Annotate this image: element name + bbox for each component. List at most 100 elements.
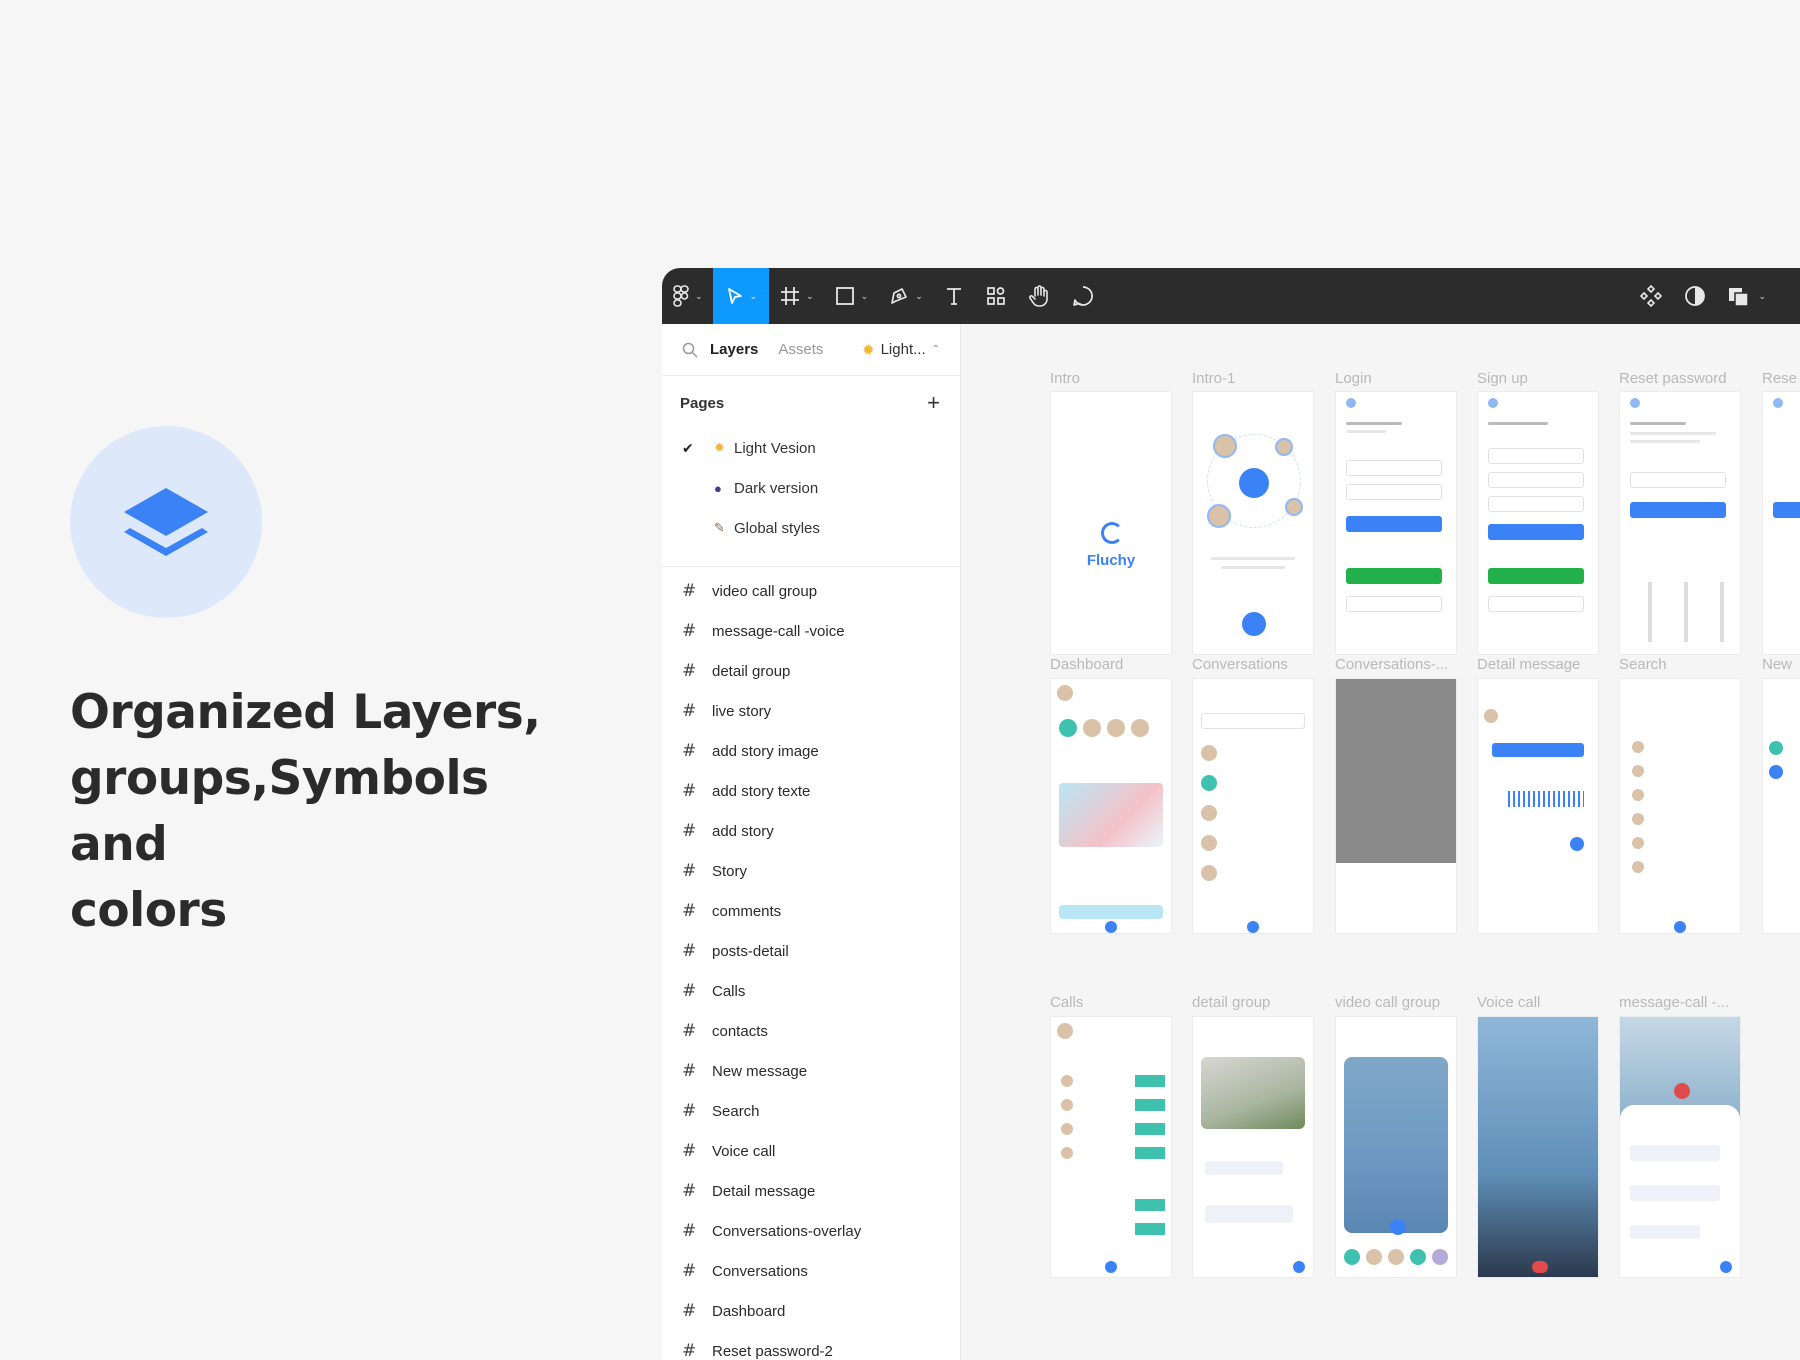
move-tool-button[interactable]: ⌄ <box>712 268 770 324</box>
layer-item[interactable]: # add story image <box>662 731 960 771</box>
frame-new-message-cut[interactable] <box>1762 678 1800 934</box>
frame-intro-1[interactable] <box>1192 391 1314 655</box>
avatar <box>1388 1249 1404 1265</box>
layer-item[interactable]: # Conversations-overlay <box>662 1211 960 1251</box>
layer-item[interactable]: # video call group <box>662 571 960 611</box>
post-image <box>1059 783 1163 847</box>
layer-item-label: Conversations-overlay <box>712 1222 862 1240</box>
frame-icon: # <box>682 1261 697 1281</box>
avatar <box>1213 434 1237 458</box>
layer-item[interactable]: # Search <box>662 1091 960 1131</box>
frame-search[interactable] <box>1619 678 1741 934</box>
avatar <box>1285 498 1303 516</box>
layer-item[interactable]: # message-call -voice <box>662 611 960 651</box>
hangup-button <box>1532 1261 1548 1273</box>
layer-item[interactable]: # live story <box>662 691 960 731</box>
main-menu-button[interactable]: ⌄ <box>662 268 713 324</box>
layer-item-label: add story image <box>712 742 819 760</box>
facebook-button-preview <box>1346 596 1442 612</box>
frame-icon: # <box>682 701 697 721</box>
page-picker[interactable]: ✹ Light... ⌃ <box>862 341 940 359</box>
frame-detail-group[interactable] <box>1192 1016 1314 1278</box>
layer-item[interactable]: # add story texte <box>662 771 960 811</box>
avatar <box>1769 765 1783 779</box>
frame-reset-cut[interactable] <box>1762 391 1800 655</box>
frame-label: Rese <box>1762 370 1798 387</box>
chevron-down-icon: ⌄ <box>695 290 703 301</box>
avatar <box>1432 1249 1448 1265</box>
avatar <box>1201 775 1217 791</box>
frame-conversations-overlay[interactable] <box>1335 678 1457 934</box>
frame-tool-button[interactable]: ⌄ <box>769 268 824 324</box>
layer-item[interactable]: # Conversations <box>662 1251 960 1291</box>
layer-item[interactable]: # contacts <box>662 1011 960 1051</box>
frame-label: Intro-1 <box>1192 370 1236 387</box>
layer-item[interactable]: # Detail message <box>662 1171 960 1211</box>
frame-icon: # <box>682 1341 697 1360</box>
brand-logo-icon <box>1101 522 1123 544</box>
keypad-preview <box>1634 582 1726 642</box>
frame-icon: # <box>682 1181 697 1201</box>
frame-detail-message[interactable] <box>1477 678 1599 934</box>
page-item[interactable]: ● Dark version <box>662 468 960 508</box>
comment-tool-button[interactable] <box>1061 268 1105 324</box>
page-item[interactable]: ✔ ✹ Light Vesion <box>662 428 960 468</box>
layer-item[interactable]: # add story <box>662 811 960 851</box>
frame-icon: # <box>682 621 697 641</box>
frame-dashboard[interactable] <box>1050 678 1172 934</box>
pen-tool-button[interactable]: ⌄ <box>878 268 933 324</box>
layer-item[interactable]: # comments <box>662 891 960 931</box>
page-item-label: Light Vesion <box>734 439 816 457</box>
avatar <box>1632 837 1644 849</box>
avatar <box>1201 865 1217 881</box>
hand-tool-button[interactable] <box>1017 268 1061 324</box>
logo-dot <box>1488 398 1498 408</box>
page-item[interactable]: ✎ Global styles <box>662 508 960 548</box>
layer-item[interactable]: # detail group <box>662 651 960 691</box>
figma-menu-icon <box>673 285 689 307</box>
layer-item[interactable]: # posts-detail <box>662 931 960 971</box>
design-canvas[interactable]: Intro Intro-1 Login Sign up Reset passwo… <box>962 324 1800 1360</box>
avatar <box>1344 1249 1360 1265</box>
post-image <box>1059 905 1163 919</box>
layer-style-button[interactable]: ⌄ <box>1717 268 1776 324</box>
next-button <box>1242 612 1266 636</box>
tab-layers[interactable]: Layers <box>710 341 758 358</box>
frame-login[interactable] <box>1335 391 1457 655</box>
layer-item[interactable]: # Calls <box>662 971 960 1011</box>
frame-voice-call[interactable] <box>1477 1016 1599 1278</box>
search-icon[interactable] <box>682 342 698 358</box>
frame-label: detail group <box>1192 994 1271 1011</box>
frame-video-call-group[interactable] <box>1335 1016 1457 1278</box>
frame-sign-up[interactable] <box>1477 391 1599 655</box>
frame-label: Dashboard <box>1050 656 1124 673</box>
frame-message-call-voice[interactable] <box>1619 1016 1741 1278</box>
moon-icon: ● <box>714 480 722 496</box>
frame-label: Search <box>1619 656 1667 673</box>
layer-item[interactable]: # Story <box>662 851 960 891</box>
call-actions <box>1135 1075 1165 1161</box>
layer-item[interactable]: # Reset password-2 <box>662 1331 960 1360</box>
resources-button[interactable] <box>975 268 1017 324</box>
components-button[interactable] <box>1629 268 1673 324</box>
layer-item-label: New message <box>712 1062 808 1080</box>
shape-tool-button[interactable]: ⌄ <box>824 268 879 324</box>
frame-intro[interactable]: Fluchy <box>1050 391 1172 655</box>
layer-item[interactable]: # Voice call <box>662 1131 960 1171</box>
layer-item[interactable]: # Dashboard <box>662 1291 960 1331</box>
logo-dot <box>1346 398 1356 408</box>
frame-calls[interactable] <box>1050 1016 1172 1278</box>
brand-name: Fluchy <box>1086 552 1136 569</box>
caller-photo <box>1620 1017 1740 1117</box>
theme-toggle-button[interactable] <box>1673 268 1717 324</box>
text-tool-button[interactable] <box>933 268 975 324</box>
layer-item-label: Calls <box>712 982 746 1000</box>
avatar <box>1632 789 1644 801</box>
layer-item[interactable]: # New message <box>662 1051 960 1091</box>
frame-icon: # <box>682 781 697 801</box>
add-page-button[interactable]: + <box>927 392 940 414</box>
frame-reset-password[interactable] <box>1619 391 1741 655</box>
frame-conversations[interactable] <box>1192 678 1314 934</box>
avatar <box>1201 805 1217 821</box>
tab-assets[interactable]: Assets <box>778 341 823 358</box>
